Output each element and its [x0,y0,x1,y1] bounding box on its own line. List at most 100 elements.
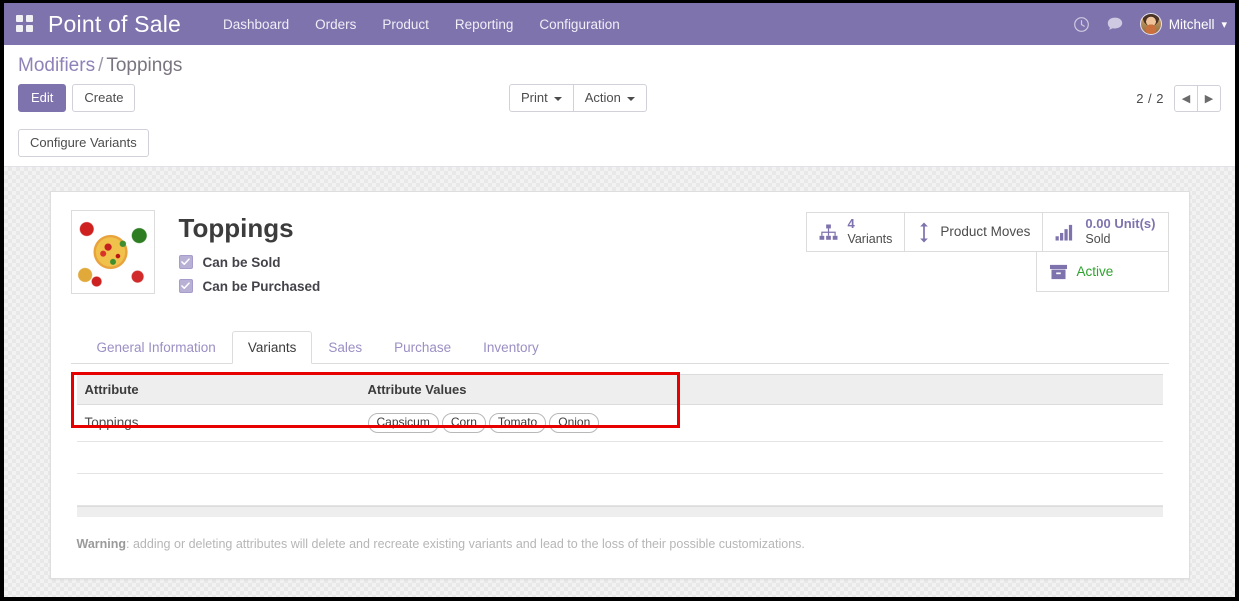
attribute-value-pill[interactable]: Onion [549,412,600,433]
user-name: Mitchell [1168,16,1215,32]
sitemap-icon [819,223,838,241]
tab-general-information[interactable]: General Information [81,331,232,364]
main-menu: Dashboard Orders Product Reporting Confi… [223,17,620,32]
page-title: Toppings [178,213,294,243]
can-be-purchased-checkbox[interactable] [178,279,193,294]
product-form-sheet: Toppings Can be Sold Can be Purchased 4 … [49,191,1190,579]
app-window: Point of Sale Dashboard Orders Product R… [0,0,1239,601]
stat-product-moves-text: Product Moves [940,224,1030,240]
stat-button-units-sold[interactable]: 0.00 Unit(s) Sold [1042,212,1169,252]
pager-previous-button[interactable]: ◀ [1174,84,1198,112]
archive-box-icon [1049,263,1068,281]
user-menu[interactable]: Mitchell ▾ [1139,13,1227,35]
print-action-group: Print Action [509,84,647,112]
table-body: Toppings Capsicum Corn Tomato Onion [76,404,1163,506]
stat-active-label: Active [1076,264,1114,279]
cell-attribute-values: Capsicum Corn Tomato Onion [359,404,1163,442]
breadcrumb-separator: / [98,55,104,76]
stat-variants-label: Variants [847,232,893,246]
action-dropdown-button[interactable]: Action [572,84,647,112]
variants-warning-text: Warning: adding or deleting attributes w… [71,537,1169,551]
stat-button-box: 4 Variants Product Moves 0.00 Unit(s) So… [806,208,1169,303]
create-button[interactable]: Create [72,84,136,112]
menu-item-configuration[interactable]: Configuration [539,17,619,32]
can-be-purchased-label: Can be Purchased [202,278,321,294]
menu-item-orders[interactable]: Orders [315,17,356,32]
cell-attribute-name: Toppings [76,404,360,442]
attribute-lines-table: Attribute Attribute Values Toppings Caps… [76,373,1163,506]
menu-item-reporting[interactable]: Reporting [455,17,514,32]
stat-units-sold-text: 0.00 Unit(s) Sold [1085,216,1156,247]
stat-button-active[interactable]: Active [1035,252,1169,292]
product-title-block: Toppings Can be Sold Can be Purchased [178,208,321,303]
pager-buttons: ◀ ▶ [1174,84,1221,112]
table-footer-bar [76,505,1163,517]
variants-table-area: Attribute Attribute Values Toppings Caps… [70,371,1169,506]
breadcrumb: Modifiers / Toppings [18,55,1235,77]
can-be-sold-row: Can be Sold [178,254,321,270]
apps-grid-icon[interactable] [16,15,34,33]
table-row-empty[interactable] [76,441,1163,474]
cell-empty [359,441,1163,474]
menu-item-product[interactable]: Product [382,17,429,32]
warning-body: : adding or deleting attributes will del… [126,536,805,551]
breadcrumb-current: Toppings [106,55,183,76]
messaging-chat-icon[interactable] [1106,16,1124,33]
stat-row-bottom: Active [1035,252,1169,292]
product-image[interactable] [70,210,155,294]
cell-empty [359,473,1163,506]
action-label: Action [584,90,621,105]
attribute-value-pill[interactable]: Capsicum [367,412,439,433]
record-buttons: Edit Create [18,84,136,112]
configure-variants-button[interactable]: Configure Variants [18,129,149,157]
stat-button-product-moves[interactable]: Product Moves [904,212,1044,252]
stat-row-top: 4 Variants Product Moves 0.00 Unit(s) So… [806,212,1169,252]
stat-product-moves-label: Product Moves [940,224,1031,240]
arrows-vertical-icon [917,221,931,243]
can-be-sold-label: Can be Sold [202,254,281,270]
stat-variants-text: 4 Variants [847,216,893,247]
chevron-down-icon [626,96,635,101]
print-label: Print [521,90,548,105]
bar-chart-icon [1055,223,1076,241]
can-be-sold-checkbox[interactable] [178,255,193,270]
breadcrumb-row: Modifiers / Toppings [4,45,1235,77]
activity-clock-icon[interactable] [1073,16,1090,33]
stat-button-variants[interactable]: 4 Variants [806,212,906,252]
print-dropdown-button[interactable]: Print [509,84,574,112]
menu-item-dashboard[interactable]: Dashboard [223,17,289,32]
edit-button[interactable]: Edit [18,84,67,112]
tab-variants[interactable]: Variants [231,330,313,364]
warning-label: Warning [76,536,127,551]
control-panel: Modifiers / Toppings Edit Create Print Act… [4,45,1235,167]
configure-variants-row: Configure Variants [4,122,1235,166]
attribute-value-pill[interactable]: Tomato [488,412,547,433]
control-panel-actions: Edit Create Print Action 2 / 2 ◀ ▶ [4,77,1235,122]
table-header: Attribute Attribute Values [76,373,1163,405]
can-be-purchased-row: Can be Purchased [178,278,321,294]
pager-next-button[interactable]: ▶ [1197,84,1221,112]
notebook-tabs: General Information Variants Sales Purch… [70,330,1169,364]
attribute-value-pill[interactable]: Corn [441,412,486,433]
table-row-empty[interactable] [76,473,1163,506]
app-brand-title[interactable]: Point of Sale [48,11,181,38]
stat-units-sold-value: 0.00 Unit(s) [1085,216,1156,232]
navbar-right-tools: Mitchell ▾ [1073,13,1229,35]
breadcrumb-parent[interactable]: Modifiers [18,55,95,76]
column-header-attribute-values: Attribute Values [359,373,1163,405]
chevron-down-icon [553,96,562,101]
cell-empty [76,473,360,506]
top-navbar: Point of Sale Dashboard Orders Product R… [4,3,1235,45]
column-header-attribute: Attribute [76,373,360,405]
tab-inventory[interactable]: Inventory [467,331,555,364]
table-row[interactable]: Toppings Capsicum Corn Tomato Onion [76,404,1163,442]
stat-variants-value: 4 [847,216,855,232]
user-avatar [1139,13,1162,35]
pager: 2 / 2 ◀ ▶ [1136,84,1221,112]
chevron-down-icon: ▾ [1221,18,1227,31]
tab-sales[interactable]: Sales [312,331,378,364]
tab-purchase[interactable]: Purchase [378,331,467,364]
stat-units-sold-label: Sold [1085,232,1111,246]
sheet-header: Toppings Can be Sold Can be Purchased 4 … [70,208,1169,303]
pager-value: 2 / 2 [1136,90,1164,106]
